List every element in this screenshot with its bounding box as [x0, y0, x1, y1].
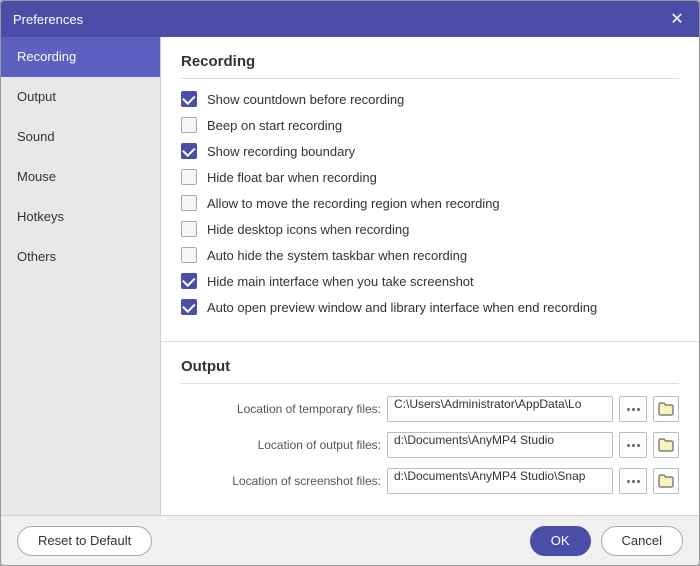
checkbox-show-countdown[interactable]: [181, 91, 197, 107]
sidebar-item-sound[interactable]: Sound: [1, 117, 160, 157]
checkbox-row-auto-open-preview: Auto open preview window and library int…: [181, 299, 679, 315]
checkbox-allow-move[interactable]: [181, 195, 197, 211]
screenshot-files-folder-button[interactable]: [653, 468, 679, 494]
screenshot-files-dots-button[interactable]: [619, 468, 647, 494]
dot7: [627, 480, 630, 483]
checkbox-beep-start[interactable]: [181, 117, 197, 133]
checkbox-auto-hide-taskbar[interactable]: [181, 247, 197, 263]
checkbox-auto-open-preview[interactable]: [181, 299, 197, 315]
field-label-temp-files: Location of temporary files:: [181, 402, 381, 416]
checkbox-row-auto-hide-taskbar: Auto hide the system taskbar when record…: [181, 247, 679, 263]
temp-files-input[interactable]: C:\Users\Administrator\AppData\Lo: [387, 396, 613, 422]
checkbox-row-allow-move: Allow to move the recording region when …: [181, 195, 679, 211]
checkbox-row-hide-main-interface: Hide main interface when you take screen…: [181, 273, 679, 289]
cancel-button[interactable]: Cancel: [601, 526, 683, 556]
dot6: [637, 444, 640, 447]
checkbox-hide-main-interface[interactable]: [181, 273, 197, 289]
dialog-body: Recording Output Sound Mouse Hotkeys Oth…: [1, 37, 699, 515]
reset-button[interactable]: Reset to Default: [17, 526, 152, 556]
sidebar-item-hotkeys[interactable]: Hotkeys: [1, 197, 160, 237]
checkbox-label-allow-move: Allow to move the recording region when …: [207, 196, 500, 211]
field-row-temp-files: Location of temporary files: C:\Users\Ad…: [181, 396, 679, 422]
dialog-footer: Reset to Default OK Cancel: [1, 515, 699, 565]
dot1: [627, 408, 630, 411]
dialog-title: Preferences: [13, 12, 83, 27]
checkbox-row-beep-start: Beep on start recording: [181, 117, 679, 133]
checkbox-row-show-boundary: Show recording boundary: [181, 143, 679, 159]
recording-section-title: Recording: [181, 53, 679, 79]
checkbox-hide-desktop-icons[interactable]: [181, 221, 197, 237]
checkbox-label-auto-open-preview: Auto open preview window and library int…: [207, 300, 597, 315]
output-files-input[interactable]: d:\Documents\AnyMP4 Studio: [387, 432, 613, 458]
checkbox-label-hide-desktop-icons: Hide desktop icons when recording: [207, 222, 409, 237]
checkbox-label-beep-start: Beep on start recording: [207, 118, 342, 133]
output-section: Output Location of temporary files: C:\U…: [161, 341, 699, 515]
output-files-folder-button[interactable]: [653, 432, 679, 458]
checkbox-row-show-countdown: Show countdown before recording: [181, 91, 679, 107]
output-section-title: Output: [181, 358, 679, 384]
screenshot-files-input[interactable]: d:\Documents\AnyMP4 Studio\Snap: [387, 468, 613, 494]
preferences-dialog: Preferences ✕ Recording Output Sound Mou…: [0, 0, 700, 566]
recording-section: Recording Show countdown before recordin…: [161, 37, 699, 341]
checkbox-hide-float-bar[interactable]: [181, 169, 197, 185]
footer-right-buttons: OK Cancel: [530, 526, 683, 556]
checkbox-label-show-boundary: Show recording boundary: [207, 144, 355, 159]
field-label-output-files: Location of output files:: [181, 438, 381, 452]
sidebar-item-recording[interactable]: Recording: [1, 37, 160, 77]
dot8: [632, 480, 635, 483]
sidebar-item-output[interactable]: Output: [1, 77, 160, 117]
dot2: [632, 408, 635, 411]
checkbox-label-hide-main-interface: Hide main interface when you take screen…: [207, 274, 474, 289]
checkbox-label-show-countdown: Show countdown before recording: [207, 92, 404, 107]
ok-button[interactable]: OK: [530, 526, 591, 556]
sidebar: Recording Output Sound Mouse Hotkeys Oth…: [1, 37, 161, 515]
dot9: [637, 480, 640, 483]
checkbox-show-boundary[interactable]: [181, 143, 197, 159]
checkbox-row-hide-desktop-icons: Hide desktop icons when recording: [181, 221, 679, 237]
field-row-screenshot-files: Location of screenshot files: d:\Documen…: [181, 468, 679, 494]
output-files-dots-button[interactable]: [619, 432, 647, 458]
checkbox-row-hide-float-bar: Hide float bar when recording: [181, 169, 679, 185]
sidebar-item-mouse[interactable]: Mouse: [1, 157, 160, 197]
checkbox-label-hide-float-bar: Hide float bar when recording: [207, 170, 377, 185]
temp-files-dots-button[interactable]: [619, 396, 647, 422]
dot5: [632, 444, 635, 447]
checkbox-label-auto-hide-taskbar: Auto hide the system taskbar when record…: [207, 248, 467, 263]
close-button[interactable]: ✕: [667, 9, 687, 29]
field-row-output-files: Location of output files: d:\Documents\A…: [181, 432, 679, 458]
dot3: [637, 408, 640, 411]
title-bar: Preferences ✕: [1, 1, 699, 37]
field-label-screenshot-files: Location of screenshot files:: [181, 474, 381, 488]
dot4: [627, 444, 630, 447]
sidebar-item-others[interactable]: Others: [1, 237, 160, 277]
main-content: Recording Show countdown before recordin…: [161, 37, 699, 515]
temp-files-folder-button[interactable]: [653, 396, 679, 422]
